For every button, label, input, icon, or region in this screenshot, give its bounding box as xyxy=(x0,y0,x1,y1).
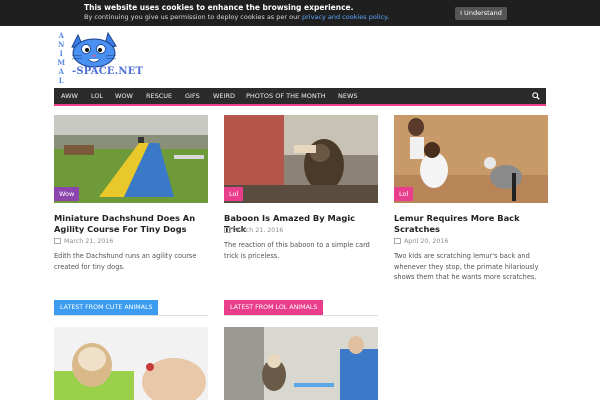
category-badge[interactable]: Lol xyxy=(394,187,414,201)
nav-item-gifs[interactable]: GIFS xyxy=(185,88,200,104)
article-date-text: March 21, 2016 xyxy=(64,238,114,245)
cookie-bar: This website uses cookies to enhance the… xyxy=(0,0,600,26)
article-date: March 21, 2016 xyxy=(224,227,283,234)
nav-item-news[interactable]: NEWS xyxy=(338,88,358,104)
article-date: March 21, 2016 xyxy=(54,238,113,245)
article-title[interactable]: Lemur Requires More Back Scratches xyxy=(394,213,548,235)
section-label[interactable]: LATEST FROM LOL ANIMALS xyxy=(224,300,324,315)
monkey-lab-image[interactable] xyxy=(224,327,378,400)
article-title[interactable]: Miniature Dachshund Does An Agility Cour… xyxy=(54,213,208,235)
article-date: April 20, 2016 xyxy=(394,238,448,245)
nav-item-weird[interactable]: WEIRD xyxy=(213,88,235,104)
search-icon[interactable] xyxy=(532,92,540,100)
hamster-image[interactable] xyxy=(54,327,208,400)
category-badge[interactable]: Wow xyxy=(54,187,80,201)
nav-item-lol[interactable]: LOL xyxy=(91,88,103,104)
section-label[interactable]: LATEST FROM CUTE ANIMALS xyxy=(54,300,159,315)
article-date-text: April 20, 2016 xyxy=(404,238,449,245)
section-lol-animals: LATEST FROM LOL ANIMALS xyxy=(224,300,378,316)
logo-domain-text: -SPACE.NET xyxy=(72,66,144,77)
cookie-text-end: . xyxy=(386,13,390,21)
nav-item-wow[interactable]: WOW xyxy=(115,88,133,104)
cookie-text-body: By continuing you give us permission to … xyxy=(84,13,302,21)
calendar-icon xyxy=(394,238,401,244)
calendar-icon xyxy=(54,238,61,244)
calendar-icon xyxy=(224,227,231,233)
logo-vertical-letters: ANIMAL xyxy=(56,31,66,85)
lemur-scratches-image[interactable] xyxy=(394,115,548,203)
cookie-text: By continuing you give us permission to … xyxy=(84,13,389,21)
nav-item-rescue[interactable]: RESCUE xyxy=(146,88,172,104)
cookie-accept-button[interactable]: I Understand xyxy=(455,7,507,20)
logo-vertical-text: ANIMAL xyxy=(56,31,66,86)
article-excerpt: Edith the Dachshund runs an agility cour… xyxy=(54,252,197,271)
article-excerpt: Two kids are scratching lemur's back and… xyxy=(394,252,539,281)
article-date-text: March 21, 2016 xyxy=(234,227,284,234)
cookie-policy-link[interactable]: privacy and cookies policy xyxy=(302,13,387,21)
article-excerpt: The reaction of this baboon to a simple … xyxy=(224,241,370,260)
baboon-magic-image[interactable] xyxy=(224,115,378,203)
category-badge[interactable]: Lol xyxy=(224,187,244,201)
cookie-title: This website uses cookies to enhance the… xyxy=(84,3,354,12)
main-nav: AWW LOL WOW RESCUE GIFS WEIRD PHOTOS OF … xyxy=(54,88,546,106)
nav-item-aww[interactable]: AWW xyxy=(61,88,78,104)
section-cute-animals: LATEST FROM CUTE ANIMALS xyxy=(54,300,208,316)
nav-item-photos-of-the-month[interactable]: PHOTOS OF THE MONTH xyxy=(246,88,326,104)
